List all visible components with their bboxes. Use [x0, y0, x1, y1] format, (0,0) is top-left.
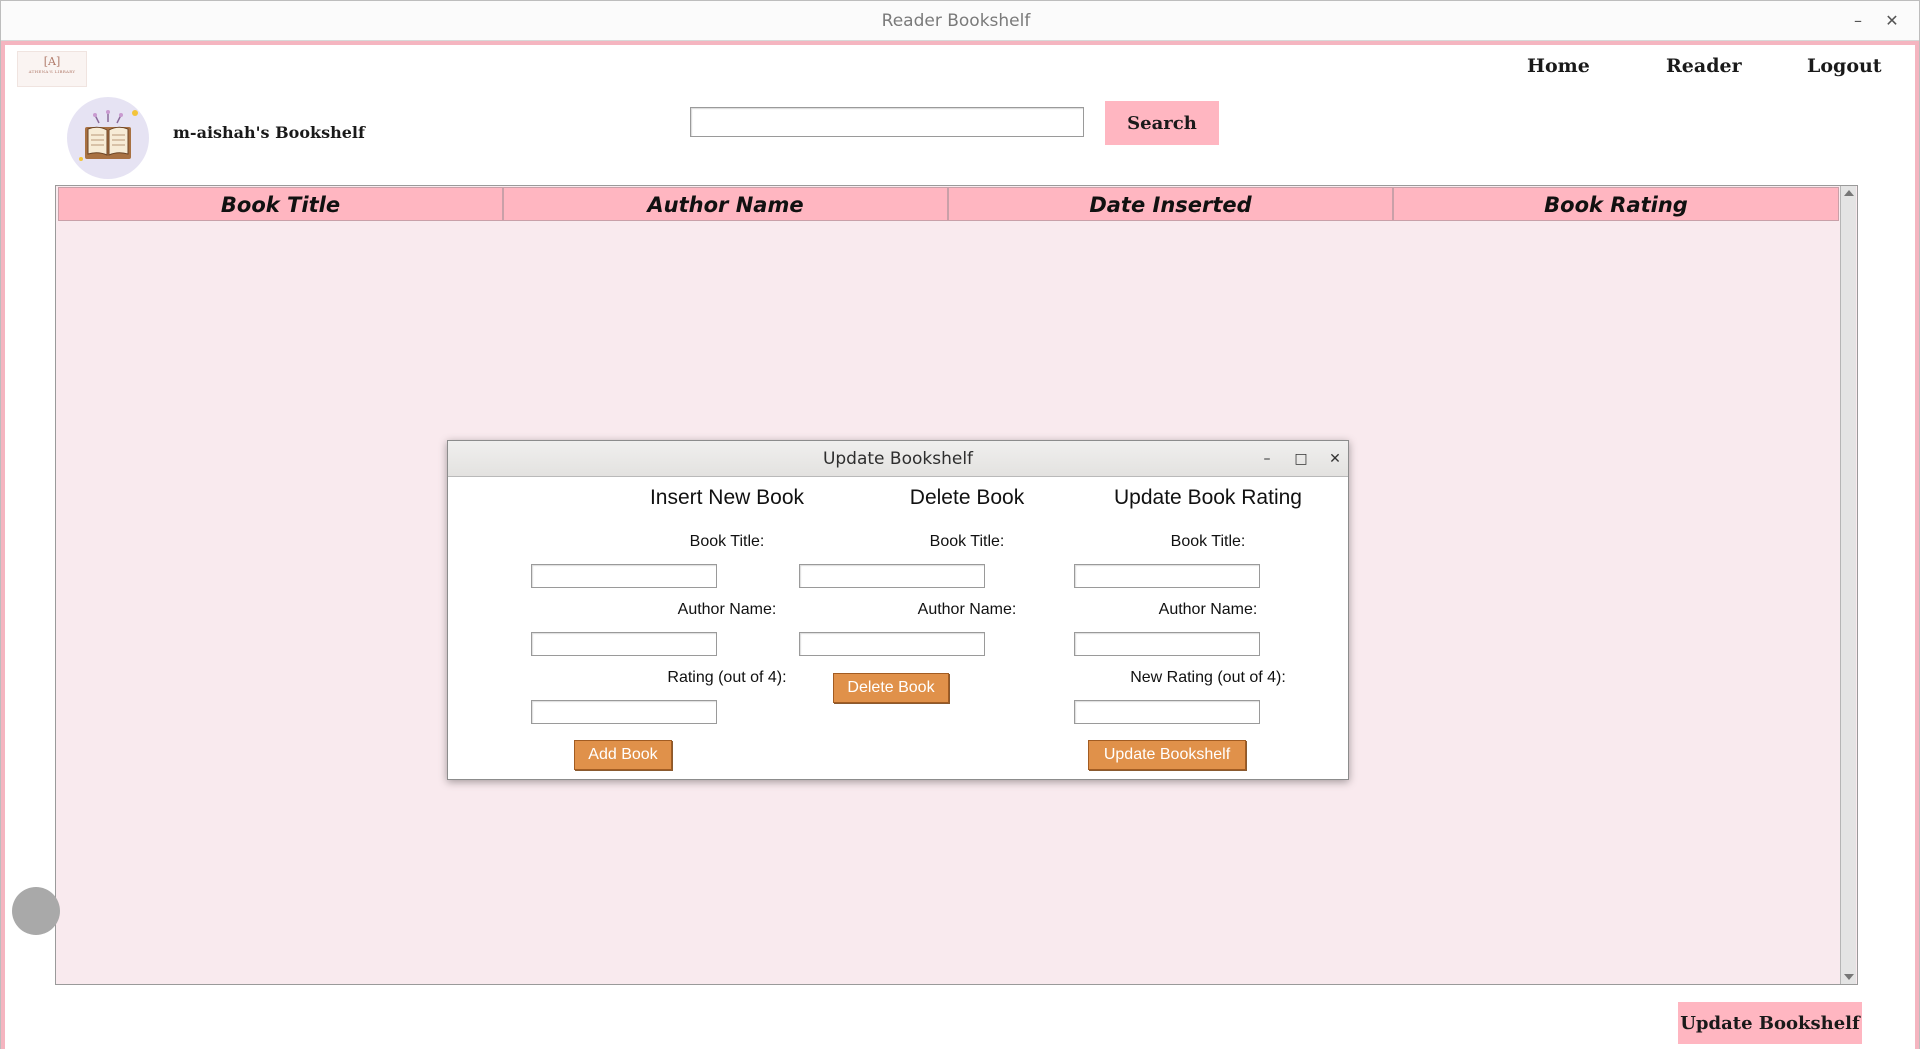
update-author-input[interactable] [1074, 632, 1260, 656]
insert-rating-label: Rating (out of 4): [667, 669, 787, 686]
update-rating-input[interactable] [1074, 700, 1260, 724]
app-window: Reader Bookshelf – ✕ [A] ATHENA'S LIBRAR… [0, 0, 1920, 1049]
nav-home[interactable]: Home [1527, 55, 1590, 85]
open-book-icon [79, 110, 138, 161]
update-section-heading: Update Book Rating [1114, 486, 1302, 509]
update-author-label: Author Name: [1158, 601, 1258, 618]
update-rating-label: New Rating (out of 4): [1130, 669, 1286, 686]
minimize-icon[interactable]: – [1255, 447, 1279, 471]
window-titlebar: Reader Bookshelf – ✕ [1, 1, 1919, 41]
close-icon[interactable]: ✕ [1323, 447, 1347, 471]
window-title: Reader Bookshelf [881, 11, 1031, 31]
logo-mark: [A] [43, 55, 61, 68]
insert-section-heading: Insert New Book [649, 486, 805, 509]
column-header-date-inserted[interactable]: Date Inserted [948, 187, 1393, 221]
logo-text: ATHENA'S LIBRARY [28, 69, 76, 74]
bookshelf-owner-label: m-aishah's Bookshelf [173, 123, 365, 142]
insert-author-label: Author Name: [677, 601, 777, 618]
library-logo: [A] ATHENA'S LIBRARY [17, 51, 87, 87]
nav-reader[interactable]: Reader [1666, 55, 1742, 85]
update-rating-button[interactable]: Update Bookshelf [1088, 740, 1246, 770]
insert-title-label: Book Title: [689, 533, 765, 550]
delete-author-label: Author Name: [917, 601, 1017, 618]
column-header-author-name[interactable]: Author Name [503, 187, 948, 221]
search-input[interactable] [690, 107, 1084, 137]
scroll-down-icon[interactable] [1844, 974, 1854, 980]
search-button[interactable]: Search [1105, 101, 1219, 145]
delete-book-button[interactable]: Delete Book [833, 673, 949, 703]
insert-title-input[interactable] [531, 564, 717, 588]
minimize-icon[interactable]: – [1846, 9, 1870, 33]
delete-title-label: Book Title: [929, 533, 1005, 550]
delete-author-input[interactable] [799, 632, 985, 656]
column-header-book-rating[interactable]: Book Rating [1393, 187, 1839, 221]
update-title-label: Book Title: [1170, 533, 1246, 550]
table-scrollbar[interactable] [1840, 186, 1856, 984]
scroll-up-icon[interactable] [1844, 190, 1854, 196]
delete-section-heading: Delete Book [909, 486, 1025, 509]
dialog-title: Update Bookshelf [822, 449, 974, 469]
update-bookshelf-button[interactable]: Update Bookshelf [1678, 1002, 1862, 1044]
add-book-button[interactable]: Add Book [574, 740, 672, 770]
insert-rating-input[interactable] [531, 700, 717, 724]
maximize-icon[interactable]: □ [1289, 447, 1313, 471]
floating-handle[interactable] [12, 887, 60, 935]
nav-logout[interactable]: Logout [1807, 55, 1882, 85]
close-icon[interactable]: ✕ [1880, 9, 1904, 33]
app-surface: [A] ATHENA'S LIBRARY Home Reader Logout [1, 41, 1919, 1049]
avatar [67, 97, 149, 179]
insert-author-input[interactable] [531, 632, 717, 656]
update-title-input[interactable] [1074, 564, 1260, 588]
delete-title-input[interactable] [799, 564, 985, 588]
column-header-book-title[interactable]: Book Title [58, 187, 503, 221]
update-bookshelf-dialog: Update Bookshelf – □ ✕ Insert New Book B… [447, 440, 1349, 780]
dialog-titlebar: Update Bookshelf – □ ✕ [448, 441, 1348, 477]
